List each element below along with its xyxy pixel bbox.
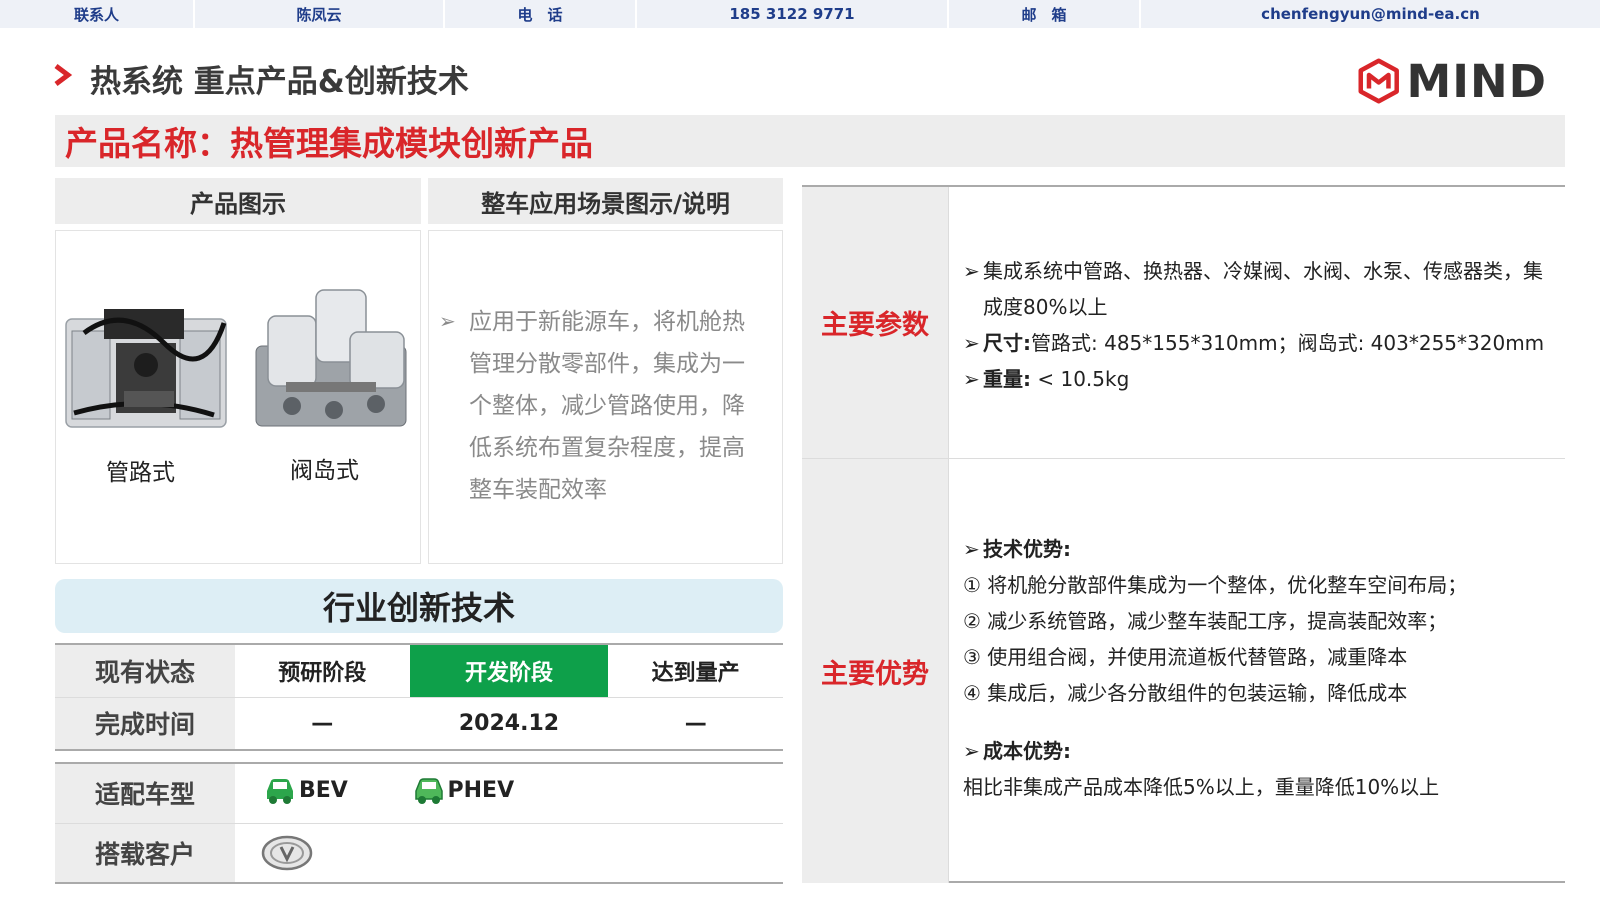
status-table: 现有状态 预研阶段 开发阶段 达到量产 完成时间 — 2024.12 — [55, 643, 783, 751]
contact-label: 联系人 [0, 0, 195, 28]
email-label: 邮 箱 [949, 0, 1141, 28]
contact-bar: 联系人 陈凤云 电 话 185 3122 9771 邮 箱 chenfengyu… [0, 0, 1600, 28]
fit-table: 适配车型 BEV PHEV 搭载客户 [55, 762, 783, 884]
time-row: 完成时间 — 2024.12 — [55, 697, 783, 751]
customer-label: 搭载客户 [55, 823, 235, 884]
vehicle-bev: BEV [263, 775, 348, 805]
vehicle-row: 适配车型 BEV PHEV [55, 762, 783, 824]
params-row: 主要参数 ➢ 集成系统中管路、换热器、冷媒阀、水阀、水泵、传感器类，集 成度80%… [802, 187, 1565, 459]
scene-line: 个整体，减少管路使用，降 [469, 393, 745, 419]
pipe-type-module-image [65, 309, 227, 428]
vehicle-phev: PHEV [412, 775, 515, 805]
time-mass-production: — [608, 697, 783, 751]
tech-advantage-item: ④ 集成后，减少各分散组件的包装运输，降低成本 [963, 681, 1408, 705]
scene-line: 应用于新能源车，将机舱热 [469, 309, 745, 335]
vehicle-list: BEV PHEV [235, 762, 783, 824]
valve-island-label: 阀岛式 [290, 458, 359, 484]
bullet-icon: ➢ [963, 537, 980, 561]
size-label: 尺寸: [983, 331, 1031, 355]
email-address[interactable]: chenfengyun@mind-ea.cn [1141, 0, 1600, 28]
product-name: 产品名称：热管理集成模块创新产品 [65, 124, 593, 163]
params-body: ➢ 集成系统中管路、换热器、冷媒阀、水阀、水泵、传感器类，集 成度80%以上 ➢ 尺… [948, 187, 1565, 458]
scene-bullet-icon: ➢ [439, 309, 456, 333]
scene-panel: ➢ 应用于新能源车，将机舱热 管理分散零部件，集成为一 个整体，减少管路使用，降… [428, 230, 783, 564]
vehicle-label: 适配车型 [55, 762, 235, 824]
mind-logo-icon [1358, 58, 1399, 104]
tech-advantage-item: ① 将机舱分散部件集成为一个整体，优化整车空间布局； [963, 573, 1468, 597]
tech-advantage-item: ② 减少系统管路，减少整车装配工序，提高装配效率； [963, 609, 1448, 633]
innovation-title: 行业创新技术 [55, 579, 783, 633]
advantages-header: 主要优势 [802, 459, 948, 883]
scene-header: 整车应用场景图示/说明 [428, 178, 783, 224]
bullet-icon: ➢ [963, 367, 980, 391]
scene-line: 管理分散零部件，集成为一 [469, 351, 745, 377]
vehicle-name: BEV [299, 777, 348, 803]
valve-island-module-image [255, 289, 407, 427]
page-title: 热系统 重点产品&创新技术 [90, 64, 469, 100]
customer-logo-icon [261, 835, 313, 870]
time-label: 完成时间 [55, 697, 235, 751]
customer-logos [235, 823, 783, 884]
scene-line: 整车装配效率 [469, 477, 607, 503]
spec-table: 主要参数 ➢ 集成系统中管路、换热器、冷媒阀、水阀、水泵、传感器类，集 成度80%… [802, 185, 1565, 883]
pipe-type-label: 管路式 [106, 460, 175, 486]
param-integration-cont: 成度80%以上 [983, 295, 1108, 319]
status-label: 现有状态 [55, 643, 235, 698]
bullet-icon: ➢ [963, 331, 980, 355]
status-row: 现有状态 预研阶段 开发阶段 达到量产 [55, 643, 783, 698]
cost-advantage-label: 成本优势: [983, 739, 1071, 763]
param-integration: 集成系统中管路、换热器、冷媒阀、水阀、水泵、传感器类，集 [983, 259, 1543, 283]
tech-advantage-item: ③ 使用组合阀，并使用流道板代替管路，减重降本 [963, 645, 1408, 669]
weight-label: 重量: [983, 367, 1031, 391]
advantages-row: 主要优势 ➢ 技术优势: ① 将机舱分散部件集成为一个整体，优化整车空间布局； ②… [802, 459, 1565, 883]
mind-logo: MIND [1357, 50, 1547, 112]
params-header: 主要参数 [802, 187, 948, 458]
bullet-icon: ➢ [963, 259, 980, 283]
advantages-body: ➢ 技术优势: ① 将机舱分散部件集成为一个整体，优化整车空间布局； ② 减少系统… [948, 459, 1565, 883]
tech-advantage-label: 技术优势: [983, 537, 1071, 561]
phone-label: 电 话 [445, 0, 637, 28]
stage-mass-production: 达到量产 [608, 643, 783, 698]
customer-row: 搭载客户 [55, 823, 783, 884]
cost-advantage-text: 相比非集成产品成本降低5%以上，重量降低10%以上 [963, 775, 1440, 799]
time-research: — [235, 697, 410, 751]
bullet-icon: ➢ [963, 739, 980, 763]
product-image-panel: 管路式 阀岛式 [55, 230, 421, 564]
scene-description: 应用于新能源车，将机舱热 管理分散零部件，集成为一 个整体，减少管路使用，降 低… [469, 301, 769, 511]
weight-value: < 10.5kg [1037, 367, 1130, 391]
contact-name: 陈凤云 [195, 0, 445, 28]
stage-research: 预研阶段 [235, 643, 410, 698]
time-development: 2024.12 [409, 697, 609, 751]
car-icon [267, 779, 293, 805]
phone-number[interactable]: 185 3122 9771 [637, 0, 949, 28]
size-value: 管路式: 485*155*310mm；阀岛式: 403*255*320mm [1031, 331, 1545, 355]
logo-text: MIND [1406, 54, 1547, 108]
title-chevron-icon [54, 64, 73, 86]
stage-development-active: 开发阶段 [409, 643, 609, 698]
car-icon [414, 778, 443, 805]
vehicle-name: PHEV [447, 777, 515, 803]
scene-line: 低系统布置复杂程度，提高 [469, 435, 745, 461]
product-name-bar: 产品名称：热管理集成模块创新产品 [55, 115, 1565, 167]
product-image-header: 产品图示 [55, 178, 421, 224]
